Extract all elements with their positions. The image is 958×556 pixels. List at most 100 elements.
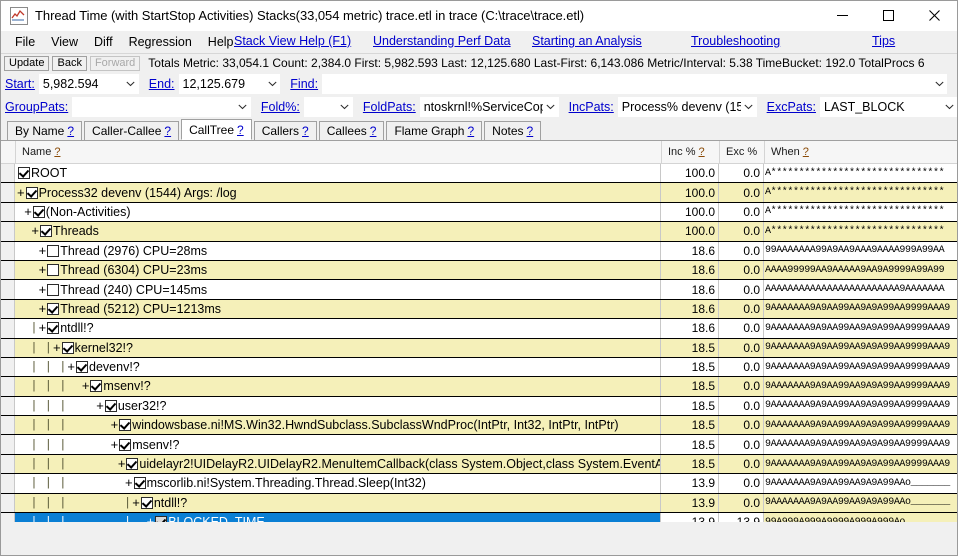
chevron-down-icon[interactable]	[543, 104, 559, 110]
expand-toggle-icon[interactable]: +	[38, 244, 48, 257]
table-row[interactable]: + Thread (5212) CPU=1213ms 18.6 0.0 9AAAAAAA…	[1, 299, 957, 320]
end-label[interactable]: End:	[149, 77, 175, 91]
tab-by-name[interactable]: By Name?	[7, 121, 83, 140]
expand-toggle-icon[interactable]: +	[38, 302, 48, 315]
chevron-down-icon[interactable]	[235, 104, 251, 110]
row-checkbox[interactable]	[32, 205, 45, 218]
grouppats-label[interactable]: GroupPats:	[5, 100, 68, 114]
link-troubleshooting[interactable]: Troubleshooting	[691, 32, 780, 50]
close-button[interactable]	[911, 1, 957, 30]
excpats-label[interactable]: ExcPats:	[767, 100, 816, 114]
expand-toggle-icon[interactable]: +	[66, 360, 76, 373]
menu-item-view[interactable]: View	[43, 33, 86, 51]
tab-callees[interactable]: Callees?	[318, 121, 385, 140]
expand-toggle-icon[interactable]: +	[52, 341, 62, 354]
column-header-when[interactable]: When?	[765, 141, 957, 163]
row-checkbox[interactable]	[47, 244, 60, 257]
table-row[interactable]: + Process32 devenv (1544) Args: /log 100.0…	[1, 183, 957, 203]
table-row[interactable]: | | | + user32!? 18.5 0.0 9AAAAAAA9A9AA99AA9…	[1, 396, 957, 417]
find-label[interactable]: Find:	[290, 77, 318, 91]
column-header-inc[interactable]: Inc %?	[662, 141, 720, 163]
column-header-name-help[interactable]: ?	[54, 146, 60, 158]
expand-toggle-icon[interactable]: +	[23, 205, 33, 218]
table-row[interactable]: | | | + windowsbase.ni!MS.Win32.HwndSubcl…	[1, 416, 957, 436]
expand-toggle-icon[interactable]: +	[16, 186, 26, 199]
expand-toggle-icon[interactable]: +	[95, 399, 105, 412]
minimize-button[interactable]	[819, 1, 865, 30]
tab-caller-callee[interactable]: Caller-Callee?	[84, 121, 180, 140]
table-row[interactable]: | | | + devenv!? 18.5 0.0 9AAAAAAA9A9AA99AA9A…	[1, 357, 957, 378]
row-checkbox[interactable]	[25, 186, 38, 199]
expand-toggle-icon[interactable]: +	[30, 224, 40, 237]
menu-item-regression[interactable]: Regression	[121, 33, 200, 51]
column-header-when-help[interactable]: ?	[803, 146, 809, 158]
table-row[interactable]: + Thread (240) CPU=145ms 18.6 0.0 AAAAAAAAAA…	[1, 280, 957, 300]
row-checkbox[interactable]	[47, 322, 60, 335]
foldpct-input[interactable]	[303, 96, 353, 117]
tab-callers[interactable]: Callers?	[253, 121, 317, 140]
incpats-label[interactable]: IncPats:	[569, 100, 614, 114]
incpats-input[interactable]: Process% devenv (1544	[617, 96, 757, 117]
tab-help-icon[interactable]: ?	[302, 124, 309, 138]
back-button[interactable]: Back	[52, 55, 87, 71]
chevron-down-icon[interactable]	[931, 81, 947, 87]
row-checkbox[interactable]	[119, 438, 132, 451]
expand-toggle-icon[interactable]: +	[81, 379, 91, 392]
expand-toggle-icon[interactable]: +	[117, 457, 127, 470]
row-checkbox[interactable]	[126, 458, 139, 471]
forward-button[interactable]: Forward	[89, 55, 141, 71]
grouppats-input[interactable]	[72, 96, 251, 117]
tab-notes[interactable]: Notes?	[484, 121, 542, 140]
end-input[interactable]: 12,125.679	[178, 73, 281, 94]
maximize-button[interactable]	[865, 1, 911, 30]
tab-help-icon[interactable]: ?	[527, 124, 534, 138]
row-checkbox[interactable]	[40, 225, 52, 238]
table-row[interactable]: | | | + mscorlib.ni!System.Threading.Thre…	[1, 474, 957, 494]
find-input[interactable]	[322, 73, 947, 94]
link-understanding-perf-data[interactable]: Understanding Perf Data	[373, 32, 511, 50]
column-header-exc[interactable]: Exc %	[720, 141, 765, 163]
tab-help-icon[interactable]: ?	[370, 124, 377, 138]
table-row[interactable]: | | | + msenv!? 18.5 0.0 9AAAAAAA9A9AA99AA9A…	[1, 435, 957, 455]
expand-toggle-icon[interactable]: +	[146, 515, 156, 522]
row-checkbox[interactable]	[47, 283, 60, 296]
link-tips[interactable]: Tips	[872, 32, 895, 50]
chevron-down-icon[interactable]	[941, 104, 957, 110]
row-checkbox[interactable]	[119, 419, 132, 432]
expand-toggle-icon[interactable]: +	[38, 321, 48, 334]
table-row[interactable]: ROOT 100.0 0.0 A***************************…	[1, 164, 957, 184]
expand-toggle-icon[interactable]: +	[110, 418, 120, 431]
link-stack-view-help[interactable]: Stack View Help (F1)	[234, 32, 351, 50]
row-checkbox[interactable]	[140, 496, 153, 509]
table-row[interactable]: | | | | +BLOCKED_TIME13.913.999A999A999A…	[1, 513, 957, 522]
chevron-down-icon[interactable]	[264, 81, 280, 87]
tab-help-icon[interactable]: ?	[164, 124, 171, 138]
row-checkbox[interactable]	[90, 380, 103, 393]
expand-toggle-icon[interactable]: +	[124, 476, 134, 489]
foldpats-label[interactable]: FoldPats:	[363, 100, 416, 114]
table-row[interactable]: + Thread (6304) CPU=23ms 18.6 0.0 AAAA99999A…	[1, 260, 957, 281]
link-starting-an-analysis[interactable]: Starting an Analysis	[532, 32, 642, 50]
table-row[interactable]: | | | | + ntdll!? 13.9 0.0 9AAAAAAA9A9AA99AA9…	[1, 493, 957, 514]
tab-help-icon[interactable]: ?	[467, 124, 474, 138]
column-header-name[interactable]: Name?	[16, 141, 662, 163]
table-row[interactable]: | + ntdll!? 18.6 0.0 9AAAAAAA9A9AA99AA9A9A99A…	[1, 319, 957, 339]
table-row[interactable]: | | | + msenv!? 18.5 0.0 9AAAAAAA9A9AA99AA9A…	[1, 377, 957, 397]
tab-calltree[interactable]: CallTree?	[181, 119, 252, 140]
table-row[interactable]: | | | + uidelayr2!UIDelayR2.UIDelayR2.Men…	[1, 454, 957, 475]
menu-item-file[interactable]: File	[7, 33, 43, 51]
chevron-down-icon[interactable]	[123, 81, 139, 87]
row-checkbox[interactable]	[133, 477, 146, 490]
update-button[interactable]: Update	[4, 55, 50, 71]
tab-flame-graph[interactable]: Flame Graph?	[386, 121, 483, 140]
expand-toggle-icon[interactable]: +	[38, 263, 48, 276]
table-row[interactable]: + Thread (2976) CPU=28ms 18.6 0.0 99AAAAAAA9…	[1, 241, 957, 261]
tab-help-icon[interactable]: ?	[67, 124, 74, 138]
expand-toggle-icon[interactable]: +	[38, 283, 48, 296]
foldpats-input[interactable]: ntoskrnl!%ServiceCopyE	[419, 96, 559, 117]
start-input[interactable]: 5,982.594	[38, 73, 139, 94]
row-checkbox[interactable]	[18, 167, 30, 180]
column-header-inc-help[interactable]: ?	[699, 146, 705, 158]
foldpct-label[interactable]: Fold%:	[261, 100, 300, 114]
row-checkbox[interactable]	[47, 302, 60, 315]
